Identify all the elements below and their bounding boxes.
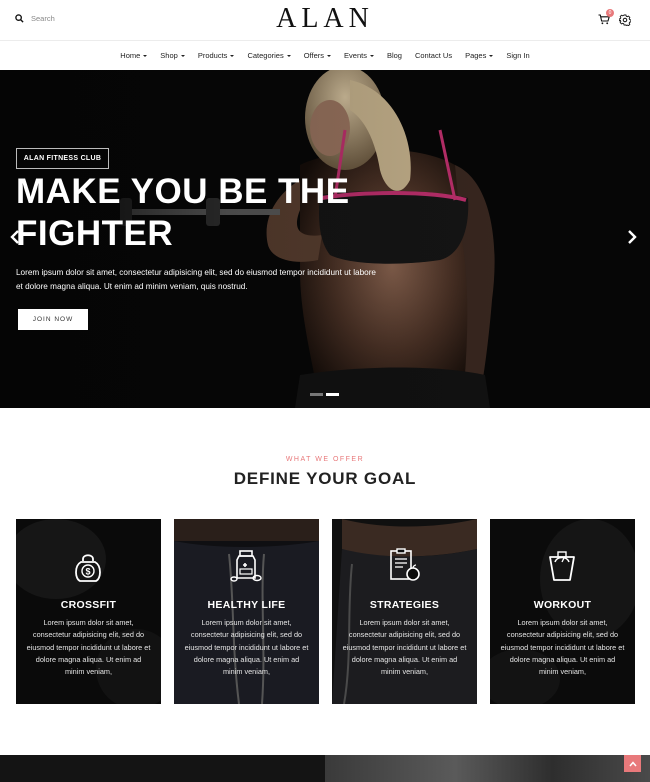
card-title: CROSSFIT	[60, 599, 117, 611]
nav-item-label: Shop	[160, 51, 178, 60]
hero-badge: ALAN FITNESS CLUB	[16, 148, 109, 169]
nav-item-pages[interactable]: Pages	[459, 51, 500, 60]
nav-item-home[interactable]: Home	[114, 51, 154, 60]
nav-item-sign-in[interactable]: Sign In	[500, 51, 536, 60]
nav-item-label: Contact Us	[414, 51, 453, 60]
nav-item-label: Events	[344, 51, 367, 60]
caret-down-icon	[143, 54, 148, 57]
caret-down-icon	[327, 54, 332, 57]
section-kicker: WHAT WE OFFER	[285, 456, 365, 463]
slider-dot[interactable]	[310, 393, 323, 396]
caret-down-icon	[286, 54, 291, 57]
caret-down-icon	[180, 54, 185, 57]
svg-text:$: $	[85, 567, 90, 577]
caret-down-icon	[230, 54, 235, 57]
cart-button[interactable]: 0	[598, 9, 614, 25]
site-logo[interactable]: ALAN	[0, 3, 650, 35]
slider-dots	[310, 393, 339, 396]
chevron-right-icon	[628, 230, 637, 244]
nav-item-blog[interactable]: Blog	[380, 51, 408, 60]
settings-button[interactable]	[619, 14, 631, 26]
offer-card-workout[interactable]: WORKOUT Lorem ipsum dolor sit amet, cons…	[490, 519, 635, 704]
next-section-preview	[0, 755, 650, 782]
scale-icon	[544, 548, 580, 584]
join-now-button[interactable]: JOIN NOW	[18, 309, 88, 330]
cart-count-badge: 0	[606, 9, 614, 17]
back-to-top-button[interactable]	[624, 755, 641, 772]
diet-plan-icon	[386, 548, 422, 584]
nav-item-label: Pages	[465, 51, 487, 60]
nav-item-categories[interactable]: Categories	[241, 51, 297, 60]
main-nav: Home Shop Products Categories Offers Eve…	[0, 41, 650, 70]
nav-item-label: Products	[197, 51, 228, 60]
nav-item-shop[interactable]: Shop	[154, 51, 192, 60]
hero-description-line: et dolore magna aliqua. Ut enim ad minim…	[16, 282, 248, 291]
caret-down-icon	[489, 54, 494, 57]
offer-card-crossfit[interactable]: $ CROSSFIT Lorem ipsum dolor sit amet, c…	[16, 519, 161, 704]
card-text: Lorem ipsum dolor sit amet, consectetur …	[342, 618, 467, 677]
top-header: ALAN 0	[0, 0, 650, 41]
nav-item-offers[interactable]: Offers	[297, 51, 337, 60]
hero-title-line: FIGHTER	[16, 214, 174, 253]
nav-item-products[interactable]: Products	[191, 51, 241, 60]
next-section-image	[325, 755, 650, 782]
hero-description-line: Lorem ipsum dolor sit amet, consectetur …	[16, 268, 376, 277]
slider-prev-button[interactable]	[9, 230, 23, 246]
offer-card-strategies[interactable]: STRATEGIES Lorem ipsum dolor sit amet, c…	[332, 519, 477, 704]
hero-slider: ALAN FITNESS CLUB MAKE YOU BE THE FIGHTE…	[0, 70, 650, 408]
card-text: Lorem ipsum dolor sit amet, consectetur …	[184, 618, 309, 677]
nav-item-events[interactable]: Events	[338, 51, 381, 60]
slider-dot-active[interactable]	[326, 393, 339, 396]
card-title: WORKOUT	[533, 599, 592, 611]
hero-title: MAKE YOU BE THE FIGHTER	[16, 171, 396, 255]
gear-icon	[619, 14, 631, 26]
offer-card-healthy-life[interactable]: HEALTHY LIFE Lorem ipsum dolor sit amet,…	[174, 519, 319, 704]
supplement-bottle-icon	[228, 548, 264, 584]
nav-item-contact[interactable]: Contact Us	[408, 51, 458, 60]
chevron-left-icon	[10, 230, 19, 244]
nav-item-label: Blog	[386, 51, 402, 60]
hero-description: Lorem ipsum dolor sit amet, consectetur …	[16, 266, 436, 294]
nav-item-label: Offers	[303, 51, 325, 60]
slider-next-button[interactable]	[626, 230, 640, 246]
caret-down-icon	[369, 54, 374, 57]
card-title: STRATEGIES	[369, 599, 440, 611]
chevron-up-icon	[628, 760, 637, 766]
nav-item-label: Categories	[247, 51, 284, 60]
section-title: DEFINE YOUR GOAL	[233, 469, 417, 488]
card-title: HEALTHY LIFE	[207, 599, 286, 611]
card-text: Lorem ipsum dolor sit amet, consectetur …	[500, 618, 625, 677]
hero-title-line: MAKE YOU BE THE	[16, 172, 350, 211]
card-text: Lorem ipsum dolor sit amet, consectetur …	[26, 618, 151, 677]
kettlebell-icon: $	[70, 548, 106, 584]
nav-item-label: Home	[120, 51, 141, 60]
nav-item-label: Sign In	[506, 51, 530, 60]
